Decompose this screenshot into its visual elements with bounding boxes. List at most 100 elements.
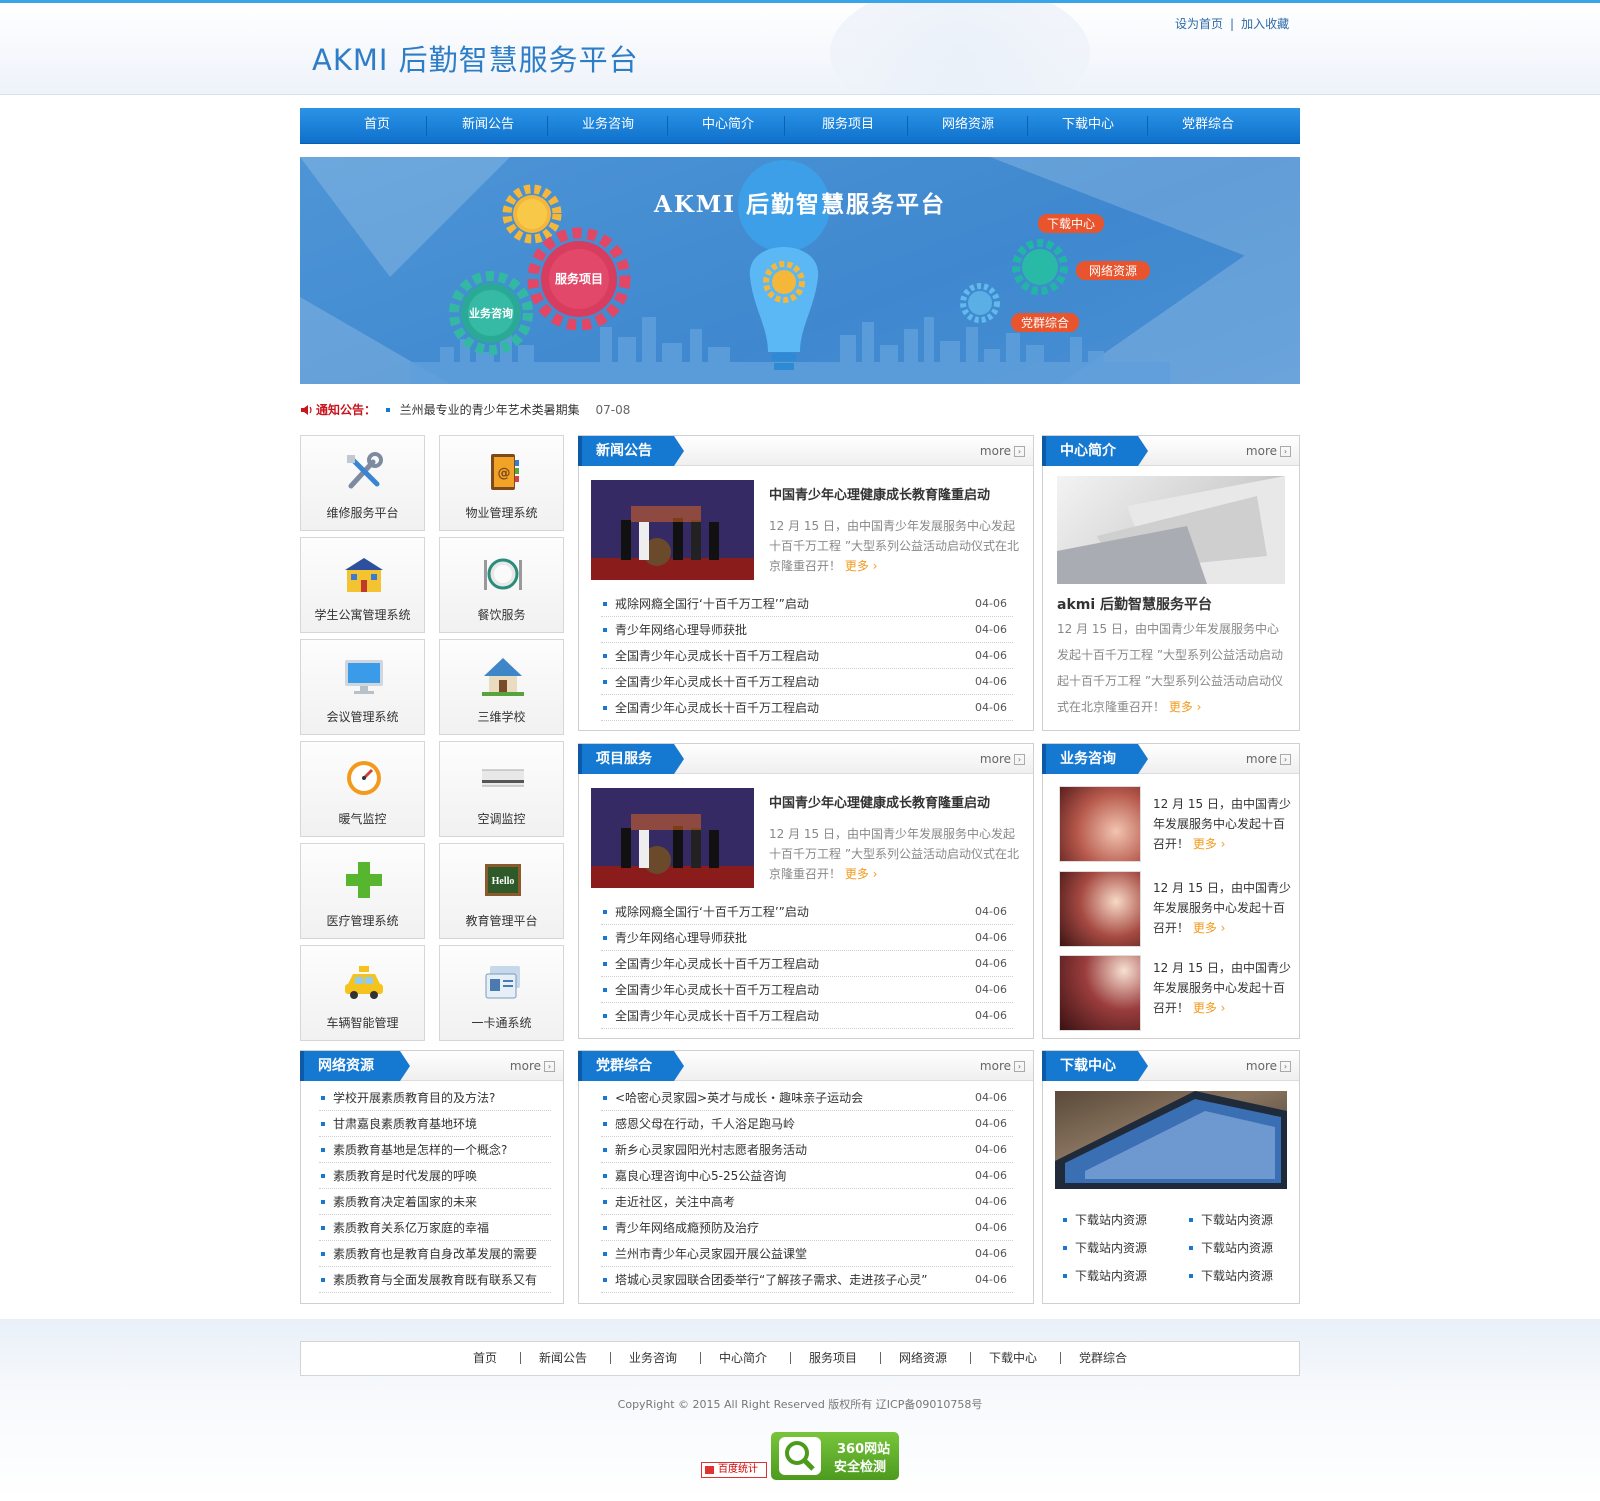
download-more-button[interactable]: more ›	[1246, 1059, 1291, 1073]
consult-photo[interactable]	[1059, 955, 1141, 1031]
list-item-title[interactable]: 素质教育与全面发展教育既有联系又有	[333, 1273, 537, 1287]
list-item-title[interactable]: 青少年网络成瘾预防及治疗	[615, 1221, 759, 1235]
list-item-title[interactable]: 青少年网络心理导师获批	[615, 623, 747, 637]
tag-party[interactable]: 党群综合	[1011, 313, 1079, 332]
footer-link-party[interactable]: 党群综合	[1079, 1342, 1127, 1375]
notice-label: 通知公告：	[316, 403, 377, 417]
list-item-title[interactable]: 走近社区，关注中高考	[615, 1195, 735, 1209]
list-item-title[interactable]: 戒除网瘾全国行‘十百千万工程’”启动	[615, 597, 809, 611]
nav-item-party[interactable]: 党群综合	[1168, 108, 1248, 144]
consult-readmore-link[interactable]: 更多 ›	[1193, 837, 1226, 851]
list-item-title[interactable]: <哈密心灵家园>英才与成长・趣味亲子运动会	[615, 1091, 863, 1105]
list-item-title[interactable]: 塔城心灵家园联合团委举行“了解孩子需求、走进孩子心灵”	[615, 1273, 927, 1287]
tag-network[interactable]: 网络资源	[1076, 261, 1150, 280]
consult-photo[interactable]	[1059, 786, 1141, 862]
download-item[interactable]: 下载站内资源	[1061, 1211, 1147, 1228]
list-item-title[interactable]: 素质教育关系亿万家庭的幸福	[333, 1221, 489, 1235]
bullet	[603, 1278, 607, 1282]
system-tile-heating[interactable]: 暖气监控	[300, 741, 425, 837]
list-item-title[interactable]: 甘肃嘉良素质教育基地环境	[333, 1117, 477, 1131]
projects-photo[interactable]	[591, 788, 754, 888]
list-item-title[interactable]: 戒除网瘾全国行‘十百千万工程’”启动	[615, 905, 809, 919]
news-readmore-link[interactable]: 更多 ›	[845, 559, 878, 573]
consult-photo[interactable]	[1059, 871, 1141, 947]
system-tile-meeting[interactable]: 会议管理系统	[300, 639, 425, 735]
system-tile-aircon[interactable]: 空调监控	[439, 741, 564, 837]
list-item-title[interactable]: 兰州市青少年心灵家园开展公益课堂	[615, 1247, 807, 1261]
system-tile-medical[interactable]: 医疗管理系统	[300, 843, 425, 939]
download-item[interactable]: 下载站内资源	[1187, 1267, 1273, 1284]
list-item-title[interactable]: 全国青少年心灵成长十百千万工程启动	[615, 701, 819, 715]
download-item[interactable]: 下载站内资源	[1187, 1239, 1273, 1256]
list-item-title[interactable]: 素质教育是时代发展的呼唤	[333, 1169, 477, 1183]
list-item-title[interactable]: 感恩父母在行动，千人浴足跑马岭	[615, 1117, 795, 1131]
list-item-title[interactable]: 素质教育也是教育自身改革发展的需要	[333, 1247, 537, 1261]
list-item-title[interactable]: 全国青少年心灵成长十百千万工程启动	[615, 1009, 819, 1023]
news-more-button[interactable]: more ›	[980, 444, 1025, 458]
footer-link-services[interactable]: 服务项目	[809, 1342, 857, 1375]
nav-item-services[interactable]: 服务项目	[808, 108, 888, 144]
download-item[interactable]: 下载站内资源	[1061, 1267, 1147, 1284]
nav-item-download[interactable]: 下载中心	[1048, 108, 1128, 144]
badge-line2: 安全检测	[834, 1460, 887, 1475]
consult-readmore-link[interactable]: 更多 ›	[1193, 921, 1226, 935]
system-tile-card[interactable]: 一卡通系统	[439, 945, 564, 1041]
consult-more-button[interactable]: more ›	[1246, 752, 1291, 766]
security-check-badge[interactable]: 360网站 安全检测	[771, 1432, 899, 1480]
nav-item-network[interactable]: 网络资源	[928, 108, 1008, 144]
set-home-link[interactable]: 设为首页	[1175, 17, 1223, 31]
baidu-stats-badge[interactable]: 百度统计	[701, 1462, 767, 1478]
list-item-title[interactable]: 新乡心灵家园阳光村志愿者服务活动	[615, 1143, 807, 1157]
nav-item-home[interactable]: 首页	[348, 108, 406, 144]
projects-headline[interactable]: 中国青少年心理健康成长教育隆重启动	[769, 792, 990, 811]
footer-link-download[interactable]: 下载中心	[989, 1342, 1037, 1375]
add-favorite-link[interactable]: 加入收藏	[1241, 17, 1289, 31]
footer-link-intro[interactable]: 中心简介	[719, 1342, 767, 1375]
intro-photo[interactable]	[1057, 476, 1285, 584]
system-tile-vehicle[interactable]: 车辆智能管理	[300, 945, 425, 1041]
nav-item-news[interactable]: 新闻公告	[448, 108, 528, 144]
network-more-button[interactable]: more ›	[510, 1059, 555, 1073]
news-photo[interactable]	[591, 480, 754, 580]
system-tile-dorm[interactable]: 学生公寓管理系统	[300, 537, 425, 633]
footer-nav: 首页 新闻公告 业务咨询 中心简介 服务项目 网络资源 下载中心 党群综合	[300, 1341, 1300, 1376]
system-tile-education[interactable]: Hello 教育管理平台	[439, 843, 564, 939]
nav-item-intro[interactable]: 中心简介	[688, 108, 768, 144]
download-panel-title: 下载中心	[1042, 1051, 1148, 1081]
projects-readmore-link[interactable]: 更多 ›	[845, 867, 878, 881]
system-tile-repair[interactable]: 维修服务平台	[300, 435, 425, 531]
list-item-title[interactable]: 全国青少年心灵成长十百千万工程启动	[615, 675, 819, 689]
footer-link-consult[interactable]: 业务咨询	[629, 1342, 677, 1375]
footer-link-home[interactable]: 首页	[473, 1342, 497, 1375]
download-item[interactable]: 下载站内资源	[1061, 1239, 1147, 1256]
system-tile-3d-school[interactable]: 三维学校	[439, 639, 564, 735]
intro-more-button[interactable]: more ›	[1246, 444, 1291, 458]
network-list: 学校开展素质教育目的及方法? 甘肃嘉良素质教育基地环境 素质教育基地是怎样的一个…	[319, 1085, 551, 1293]
projects-more-button[interactable]: more ›	[980, 752, 1025, 766]
list-item-title[interactable]: 素质教育决定着国家的未来	[333, 1195, 477, 1209]
footer-link-news[interactable]: 新闻公告	[539, 1342, 587, 1375]
system-tile-label: 学生公寓管理系统	[314, 608, 411, 622]
list-item-title[interactable]: 全国青少年心灵成长十百千万工程启动	[615, 649, 819, 663]
list-item-title[interactable]: 学校开展素质教育目的及方法?	[333, 1091, 495, 1105]
download-item[interactable]: 下载站内资源	[1187, 1211, 1273, 1228]
system-tile-property[interactable]: @ 物业管理系统	[439, 435, 564, 531]
list-item-title[interactable]: 青少年网络心理导师获批	[615, 931, 747, 945]
system-tile-dining[interactable]: 餐饮服务	[439, 537, 564, 633]
list-item-title[interactable]: 嘉良心理咨询中心5-25公益咨询	[615, 1169, 786, 1183]
intro-readmore-link[interactable]: 更多 ›	[1169, 700, 1202, 714]
footer-link-network[interactable]: 网络资源	[899, 1342, 947, 1375]
list-item-title[interactable]: 全国青少年心灵成长十百千万工程启动	[615, 957, 819, 971]
nav-divider	[1147, 116, 1148, 136]
list-item-title[interactable]: 全国青少年心灵成长十百千万工程启动	[615, 983, 819, 997]
download-photo[interactable]	[1055, 1091, 1287, 1189]
consult-readmore-link[interactable]: 更多 ›	[1193, 1001, 1226, 1015]
party-more-button[interactable]: more ›	[980, 1059, 1025, 1073]
hero-banner[interactable]: 服务项目 业务咨询 下载中心 网络资源 党群综合 AKMI 后勤智慧服务平台	[300, 157, 1300, 384]
more-label: more	[1245, 752, 1277, 766]
news-headline[interactable]: 中国青少年心理健康成长教育隆重启动	[769, 484, 990, 503]
nav-item-consult[interactable]: 业务咨询	[568, 108, 648, 144]
notice-text[interactable]: 兰州最专业的青少年艺术类暑期集	[400, 403, 580, 417]
list-item-title[interactable]: 素质教育基地是怎样的一个概念?	[333, 1143, 507, 1157]
main-nav: 首页 新闻公告 业务咨询 中心简介 服务项目 网络资源 下载中心 党群综合	[300, 108, 1300, 144]
